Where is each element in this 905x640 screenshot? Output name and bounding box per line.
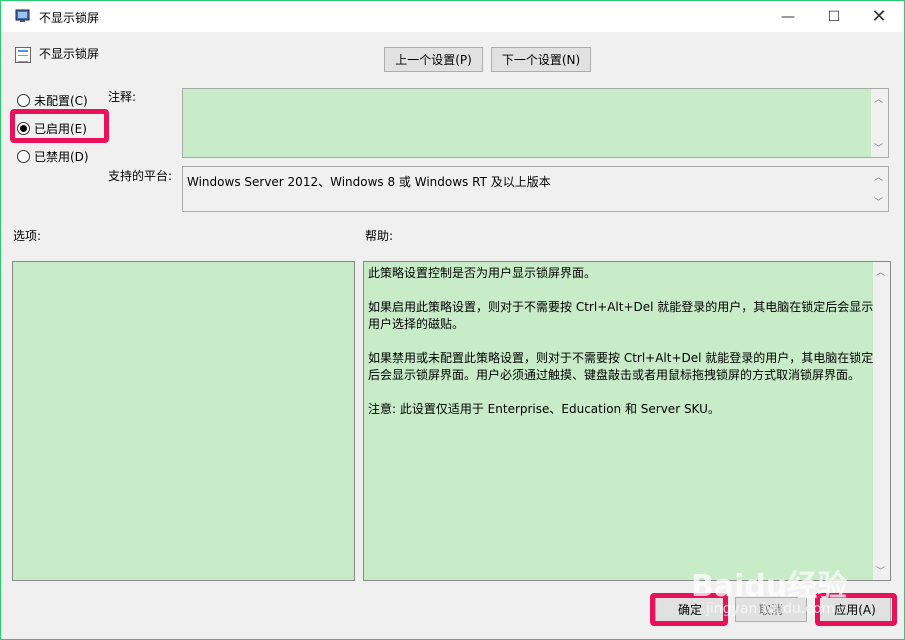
radio-not-configured-circle[interactable] xyxy=(17,94,30,107)
window-title: 不显示锁屏 xyxy=(39,11,100,25)
options-label: 选项: xyxy=(13,229,42,243)
comment-textarea[interactable]: ︿ ﹀ xyxy=(182,88,889,158)
comment-label: 注释: xyxy=(108,90,137,104)
policy-editor-icon xyxy=(15,9,30,22)
radio-not-configured-label[interactable]: 未配置(C) xyxy=(34,92,88,109)
policy-name: 不显示锁屏 xyxy=(39,47,100,61)
minimize-button[interactable]: — xyxy=(765,1,811,32)
help-paragraph: 注意: 此设置仅适用于 Enterprise、Education 和 Serve… xyxy=(368,402,720,416)
policy-setting-icon xyxy=(15,47,31,63)
supported-platform-value: Windows Server 2012、Windows 8 或 Windows … xyxy=(187,175,551,189)
help-paragraph: 如果禁用或未配置此策略设置，则对于不需要按 Ctrl+Alt+Del 就能登录的… xyxy=(368,351,874,382)
title-bar[interactable]: 不显示锁屏 — ☐ ✕ xyxy=(1,1,904,32)
scroll-up-icon[interactable]: ︿ xyxy=(876,265,885,278)
watermark-url: jingyan.baidu.com xyxy=(706,601,836,617)
help-text: 此策略设置控制是否为用户显示锁屏界面。 如果启用此策略设置，则对于不需要按 Ct… xyxy=(368,265,874,435)
scroll-down-icon[interactable]: ﹀ xyxy=(876,564,885,577)
maximize-button[interactable]: ☐ xyxy=(811,1,857,32)
watermark-logo: Baidu经验 xyxy=(691,569,848,604)
highlight-enabled-annotation xyxy=(10,109,109,143)
scroll-down-icon[interactable]: ﹀ xyxy=(874,195,883,208)
next-setting-button[interactable]: 下一个设置(N) xyxy=(491,47,591,72)
platform-scrollbar[interactable]: ︿ ﹀ xyxy=(871,167,888,211)
policy-dialog: 不显示锁屏 — ☐ ✕ 不显示锁屏 上一个设置(P) 下一个设置(N) 未配置(… xyxy=(0,0,905,640)
previous-setting-button[interactable]: 上一个设置(P) xyxy=(384,47,483,72)
help-paragraph: 此策略设置控制是否为用户显示锁屏界面。 xyxy=(368,266,597,280)
scroll-up-icon[interactable]: ︿ xyxy=(874,170,883,183)
supported-platform-field: Windows Server 2012、Windows 8 或 Windows … xyxy=(182,166,889,212)
scroll-up-icon[interactable]: ︿ xyxy=(874,92,883,105)
scroll-down-icon[interactable]: ﹀ xyxy=(874,141,883,154)
help-paragraph: 如果启用此策略设置，则对于不需要按 Ctrl+Alt+Del 就能登录的用户，其… xyxy=(368,300,874,331)
help-scrollbar[interactable]: ︿ ﹀ xyxy=(873,262,890,580)
options-panel xyxy=(12,261,355,581)
radio-disabled-circle[interactable] xyxy=(17,150,30,163)
supported-platform-label: 支持的平台: xyxy=(108,169,173,183)
radio-disabled-label[interactable]: 已禁用(D) xyxy=(34,148,89,165)
help-label: 帮助: xyxy=(365,229,394,243)
help-panel: 此策略设置控制是否为用户显示锁屏界面。 如果启用此策略设置，则对于不需要按 Ct… xyxy=(363,261,891,581)
radio-disabled[interactable]: 已禁用(D) xyxy=(17,148,89,165)
comment-scrollbar[interactable]: ︿ ﹀ xyxy=(871,89,888,157)
radio-not-configured[interactable]: 未配置(C) xyxy=(17,92,88,109)
close-button[interactable]: ✕ xyxy=(856,1,902,32)
